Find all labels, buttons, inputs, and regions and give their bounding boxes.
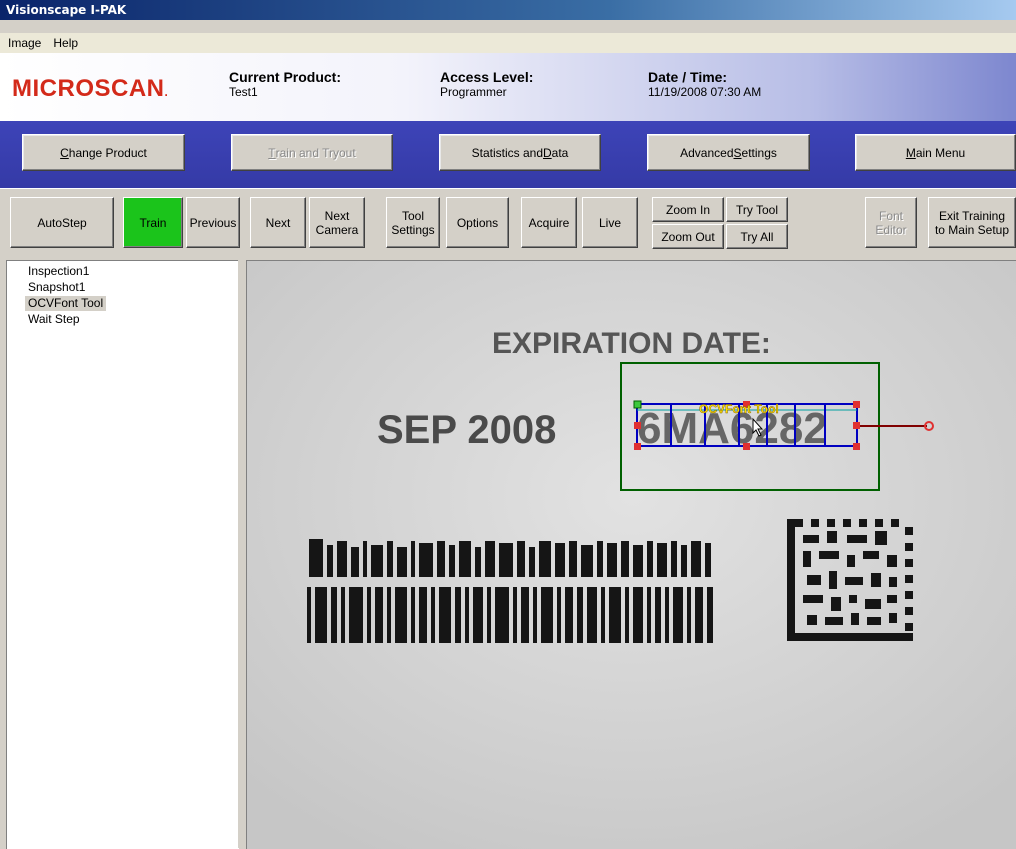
- access-level-label: Access Level:: [440, 69, 534, 85]
- date-time-value: 11/19/2008 07:30 AM: [648, 85, 762, 99]
- ocvfont-tool-label: OCVFont Tool: [699, 402, 779, 416]
- date-time: Date / Time: 11/19/2008 07:30 AM: [648, 69, 761, 99]
- date-text: SEP 2008: [377, 408, 556, 452]
- next-camera-button[interactable]: Next Camera: [309, 197, 365, 248]
- main-menu-button[interactable]: Main Menu: [855, 134, 1016, 171]
- train-button[interactable]: Train: [123, 197, 183, 248]
- previous-button[interactable]: Previous: [186, 197, 240, 248]
- train-and-tryout-button[interactable]: Train and Tryout: [231, 134, 393, 171]
- panel-splitter[interactable]: [238, 258, 246, 848]
- font-editor-button[interactable]: Font Editor: [865, 197, 917, 248]
- menu-bar: Image Help: [0, 33, 1016, 53]
- image-viewer[interactable]: EXPIRATION DATE: SEP 2008 6MA6282 OCVFon…: [246, 260, 1016, 849]
- statistics-and-data-button[interactable]: Statistics and Data: [439, 134, 601, 171]
- tree-item-ocvfont-tool[interactable]: OCVFont Tool: [25, 296, 107, 311]
- zoom-out-button[interactable]: Zoom Out: [652, 224, 724, 249]
- step-tree: Inspection1 Snapshot1 OCVFont Tool Wait …: [6, 260, 239, 849]
- live-button[interactable]: Live: [582, 197, 638, 248]
- advanced-settings-button[interactable]: Advanced Settings: [647, 134, 810, 171]
- training-toolbar: AutoStep Train Previous Next Next Camera …: [0, 188, 1016, 259]
- menu-help[interactable]: Help: [45, 33, 82, 53]
- main-nav-bar: Change Product Train and Tryout Statisti…: [0, 121, 1016, 188]
- tree-item-snapshot1[interactable]: Snapshot1: [25, 280, 88, 295]
- expiration-date-heading: EXPIRATION DATE:: [492, 327, 771, 360]
- product-header: MICROSCAN. Current Product: Test1 Access…: [0, 53, 1016, 121]
- current-product-value: Test1: [229, 85, 258, 99]
- autostep-button[interactable]: AutoStep: [10, 197, 114, 248]
- menu-image[interactable]: Image: [0, 33, 45, 53]
- current-product: Current Product: Test1: [229, 69, 341, 99]
- tree-item-inspection1[interactable]: Inspection1: [25, 264, 92, 279]
- next-button[interactable]: Next: [250, 197, 306, 248]
- try-all-button[interactable]: Try All: [726, 224, 788, 249]
- camera-image: EXPIRATION DATE: SEP 2008 6MA6282 OCVFon…: [247, 261, 1016, 849]
- zoom-in-button[interactable]: Zoom In: [652, 197, 724, 222]
- tree-item-wait-step[interactable]: Wait Step: [25, 312, 83, 327]
- tool-settings-button[interactable]: Tool Settings: [386, 197, 440, 248]
- window-title-bar: Visionscape I-PAK: [0, 0, 1016, 20]
- window-title: Visionscape I-PAK: [6, 3, 127, 17]
- date-time-label: Date / Time:: [648, 69, 728, 85]
- current-product-label: Current Product:: [229, 69, 341, 85]
- access-level: Access Level: Programmer: [440, 69, 533, 99]
- exit-training-button[interactable]: Exit Training to Main Setup: [928, 197, 1016, 248]
- change-product-button[interactable]: Change Product: [22, 134, 185, 171]
- microscan-logo: MICROSCAN.: [12, 75, 169, 102]
- options-button[interactable]: Options: [446, 197, 509, 248]
- title-gap: [0, 20, 1016, 33]
- access-level-value: Programmer: [440, 85, 507, 99]
- acquire-button[interactable]: Acquire: [521, 197, 577, 248]
- try-tool-button[interactable]: Try Tool: [726, 197, 788, 222]
